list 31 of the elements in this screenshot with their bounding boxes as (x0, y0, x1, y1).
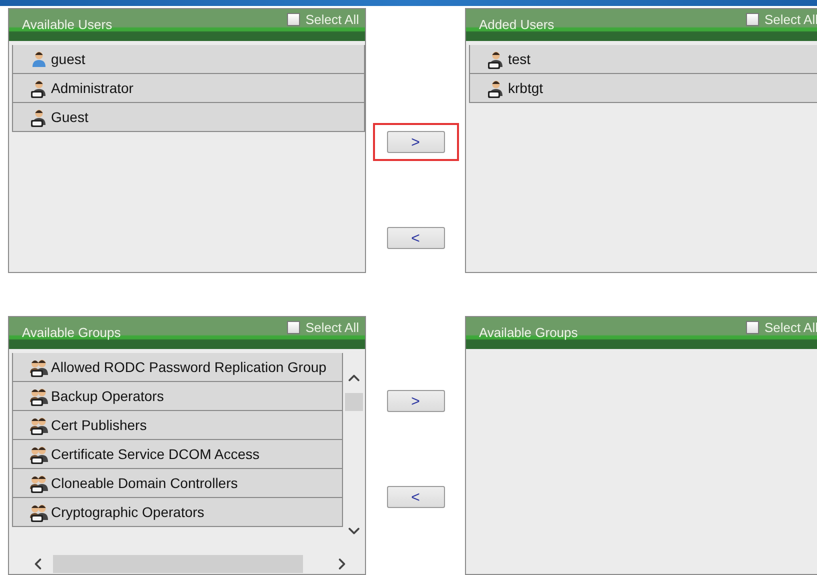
panel-title: Available Groups (479, 325, 578, 340)
scrollbar-thumb[interactable] (53, 555, 303, 573)
list-item[interactable]: test (469, 45, 817, 74)
list-item[interactable]: guest (12, 45, 365, 74)
group-icon (30, 474, 49, 492)
list-item[interactable]: Backup Operators (12, 381, 343, 411)
checkbox[interactable] (286, 321, 300, 334)
group-icon (30, 386, 49, 406)
checkbox[interactable] (746, 321, 759, 334)
scrollbar-thumb[interactable] (345, 393, 363, 411)
list-item[interactable]: krbtgt (469, 73, 817, 103)
panel-title: Available Users (22, 17, 112, 32)
move-button[interactable]: > (386, 131, 444, 153)
checkbox[interactable] (286, 13, 300, 26)
group-icon (30, 358, 49, 376)
list-item[interactable]: Allowed RODC Password Replication Group (12, 353, 343, 382)
list-item[interactable]: Cloneable Domain Controllers (12, 468, 343, 498)
list-item[interactable]: Certificate Service DCOM Access (12, 439, 343, 469)
panel-title: Available Groups (22, 325, 121, 340)
list-item[interactable]: Cryptographic Operators (12, 497, 343, 527)
panel-title: Added Users (479, 17, 554, 32)
move-button[interactable]: < (386, 486, 444, 508)
list-item[interactable]: Guest (12, 102, 365, 132)
list-item[interactable]: Cert Publishers (12, 410, 343, 440)
move-button[interactable]: < (386, 227, 444, 249)
checkbox[interactable] (746, 13, 759, 26)
group-icon (30, 502, 49, 522)
group-icon (30, 444, 49, 464)
group-icon (30, 416, 49, 434)
move-button[interactable]: > (386, 390, 444, 412)
list-item[interactable]: Administrator (12, 73, 365, 103)
